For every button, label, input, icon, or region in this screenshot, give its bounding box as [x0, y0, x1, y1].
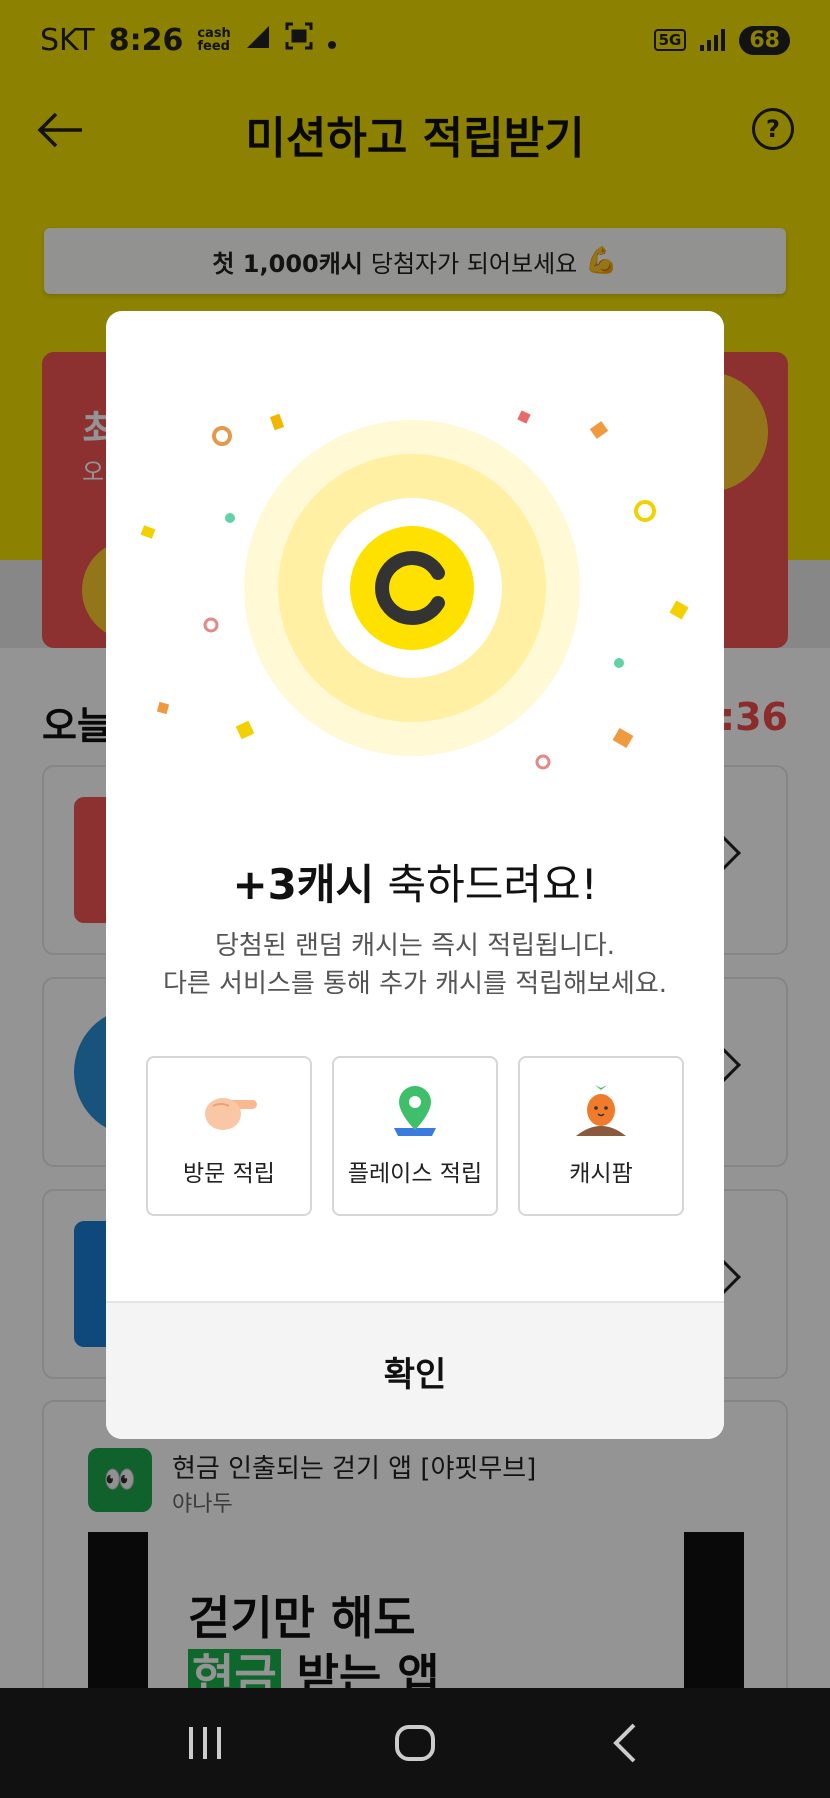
- reward-dialog: +3캐시 축하드려요! 당첨된 랜덤 캐시는 즉시 적립됩니다. 다른 서비스를…: [106, 311, 724, 1439]
- visit-reward-button[interactable]: 방문 적립: [146, 1056, 312, 1216]
- service-label: 방문 적립: [183, 1161, 275, 1187]
- description-line: 당첨된 랜덤 캐시는 즉시 적립됩니다.: [214, 931, 616, 961]
- service-label: 플레이스 적립: [347, 1161, 483, 1187]
- service-label: 캐시팜: [569, 1161, 633, 1187]
- reward-headline: +3캐시 축하드려요!: [106, 851, 724, 912]
- cash-farm-button[interactable]: 캐시팜: [518, 1056, 684, 1216]
- confirm-button[interactable]: 확인: [106, 1303, 724, 1439]
- service-shortcuts: 방문 적립 플레이스 적립 캐시팜: [146, 1056, 684, 1226]
- home-icon: [395, 1725, 435, 1761]
- map-pin-icon: [385, 1084, 445, 1138]
- recent-apps-icon: [189, 1727, 221, 1759]
- place-reward-button[interactable]: 플레이스 적립: [332, 1056, 498, 1216]
- description-line: 다른 서비스를 통해 추가 캐시를 적립해보세요.: [162, 969, 668, 999]
- back-nav-button[interactable]: [580, 1708, 670, 1778]
- home-button[interactable]: [370, 1708, 460, 1778]
- system-navigation-bar: [0, 1688, 830, 1798]
- pointing-hand-icon: [199, 1084, 259, 1138]
- reward-amount: +3캐시: [232, 860, 375, 909]
- recent-apps-button[interactable]: [160, 1708, 250, 1778]
- reward-congrats: 축하드려요!: [387, 860, 598, 909]
- reward-description: 당첨된 랜덤 캐시는 즉시 적립됩니다. 다른 서비스를 통해 추가 캐시를 적…: [106, 927, 724, 1003]
- chevron-left-icon: [613, 1723, 636, 1763]
- carrot-icon: [571, 1084, 631, 1138]
- reward-coin-illustration: [140, 410, 689, 770]
